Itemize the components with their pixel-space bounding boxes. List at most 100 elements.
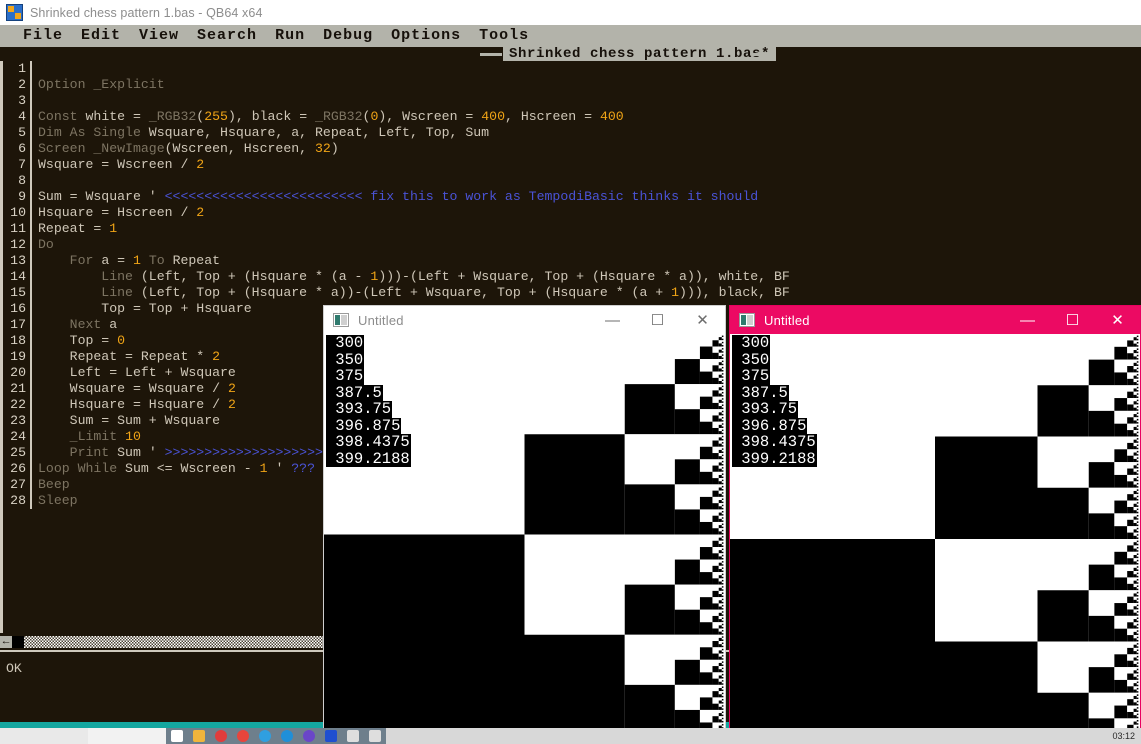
window-icon-1[interactable] [342, 728, 364, 744]
chess-cell-white [721, 449, 724, 452]
scrollbar-track[interactable] [0, 636, 323, 648]
close-icon[interactable]: ✕ [1095, 306, 1140, 334]
taskbar-icon-strip[interactable] [166, 728, 386, 744]
code-line[interactable]: 5 Dim As Single Wsquare, Hsquare, a, Repe… [0, 125, 1141, 141]
chess-cell-black [1136, 354, 1139, 357]
code-line[interactable]: 9 Sum = Wsquare ' <<<<<<<<<<<<<<<<<<<<<<<… [0, 189, 1141, 205]
file-tab[interactable]: Shrinked chess pattern 1.bas* [503, 47, 777, 61]
maximize-icon[interactable]: ☐ [635, 306, 680, 334]
chess-cell-white [1114, 462, 1128, 475]
chess-cell-black [1133, 702, 1137, 706]
chess-cell-black [721, 464, 724, 466]
code-line[interactable]: 14 Line (Left, Top + (Hsquare * (a - 1))… [0, 269, 1141, 285]
file-explorer-icon[interactable] [188, 728, 210, 744]
code-line[interactable]: 11 Repeat = 1 [0, 221, 1141, 237]
chess-cell-white [721, 578, 724, 580]
chess-cell-black [1133, 708, 1137, 712]
start-icon[interactable] [166, 728, 188, 744]
chess-cell-black [1133, 683, 1137, 687]
chess-cell-black [721, 670, 724, 673]
code-line[interactable]: 12 Do [0, 237, 1141, 253]
output-window-2[interactable]: Untitled — ☐ ✕ 300 350 375 387.5 393.75 … [729, 305, 1141, 744]
code-line[interactable]: 6 Screen _NewImage(Wscreen, Hscreen, 32) [0, 141, 1141, 157]
chess-cell-black [721, 658, 724, 660]
chess-cell-black [721, 485, 724, 488]
chess-cell-black [718, 474, 722, 479]
menu-item-debug[interactable]: Debug [314, 25, 382, 47]
line-number: 10 [10, 205, 26, 220]
chess-cell-black [718, 368, 722, 372]
maximize-icon[interactable]: ☐ [1050, 306, 1095, 334]
code-token: ), black = [227, 109, 316, 124]
menu-item-tools[interactable]: Tools [470, 25, 538, 47]
compass-icon[interactable] [210, 728, 232, 744]
chess-cell-white [1037, 334, 1089, 386]
print-value: 399.2188 [326, 449, 411, 468]
chess-cell-white [1136, 394, 1139, 397]
menu-item-options[interactable]: Options [382, 25, 470, 47]
edge-legacy-icon[interactable] [254, 728, 276, 744]
chess-cell-white [712, 484, 719, 491]
chess-cell-white [721, 662, 724, 665]
chess-cell-white [1133, 635, 1137, 639]
code-token: _RGB32 [315, 109, 363, 124]
code-line[interactable]: 4 Const white = _RGB32(255), black = _RGB… [0, 109, 1141, 125]
code-line[interactable]: 15 Line (Left, Top + (Hsquare * a))-(Lef… [0, 285, 1141, 301]
minimize-icon[interactable]: — [1005, 306, 1050, 334]
scroll-left-arrow-icon[interactable]: ← [0, 636, 12, 648]
code-line[interactable]: 13 For a = 1 To Repeat [0, 253, 1141, 269]
chess-cell-white [1114, 692, 1128, 706]
chess-cell-black [721, 391, 724, 394]
chess-cell-white [721, 619, 724, 621]
window-icon-2[interactable] [364, 728, 386, 744]
chess-cell-black [1133, 663, 1137, 668]
output-window-2-titlebar[interactable]: Untitled — ☐ ✕ [730, 306, 1140, 334]
chess-cell-white [721, 349, 724, 352]
chess-cell-white [1136, 532, 1139, 535]
code-line[interactable]: 3 [0, 93, 1141, 109]
menu-item-run[interactable]: Run [266, 25, 314, 47]
chess-cell-white [1136, 487, 1139, 490]
print-row: 398.4375 [326, 434, 412, 451]
menu-item-edit[interactable]: Edit [72, 25, 130, 47]
chess-cell-white [1136, 647, 1139, 650]
chess-cell-white [721, 446, 724, 449]
output-window-1-titlebar[interactable]: Untitled — ☐ ✕ [324, 306, 725, 334]
qb64-icon[interactable] [320, 728, 342, 744]
output-window-1[interactable]: Untitled — ☐ ✕ 300 350 375 387.5 393.75 … [323, 305, 726, 744]
taskbar-search-pane[interactable] [88, 728, 166, 744]
firefox-icon[interactable] [298, 728, 320, 744]
code-line[interactable]: 2 Option _Explicit [0, 77, 1141, 93]
chess-cell-black [721, 623, 724, 626]
code-text: Do [35, 237, 54, 253]
windows-taskbar[interactable]: 03:12 [0, 728, 1141, 744]
chess-cell-black [718, 637, 722, 642]
menu-item-search[interactable]: Search [188, 25, 266, 47]
chess-cell-white [718, 609, 722, 613]
scrollbar-thumb[interactable] [12, 636, 24, 648]
chess-cell-black [1136, 447, 1139, 450]
code-line[interactable]: 8 [0, 173, 1141, 189]
menu-item-view[interactable]: View [130, 25, 188, 47]
firefox-icon-glyph [303, 730, 315, 742]
ide-menubar[interactable]: File Edit View Search Run Debug Options Tools [0, 25, 1141, 47]
chess-cell-white [1136, 695, 1139, 698]
chess-cell-black [1136, 502, 1139, 504]
chess-cell-white [1133, 660, 1137, 664]
minimize-icon[interactable]: — [590, 306, 635, 334]
code-line[interactable]: 10 Hsquare = Hscreen / 2 [0, 205, 1141, 221]
chrome-icon[interactable] [232, 728, 254, 744]
print-row: 300 [326, 335, 412, 352]
code-token: Do [38, 237, 54, 252]
close-icon[interactable]: ✕ [680, 306, 725, 334]
menu-item-file[interactable]: File [14, 25, 72, 47]
chess-cell-white [721, 609, 724, 612]
code-text: Top = Top + Hsquare [35, 301, 251, 317]
code-line[interactable]: 7 Wsquare = Wscreen / 2 [0, 157, 1141, 173]
chess-cell-white [721, 496, 724, 499]
editor-horizontal-scrollbar[interactable]: ← [0, 633, 323, 650]
edge-icon[interactable] [276, 728, 298, 744]
chess-cell-black [1136, 495, 1139, 498]
chess-cell-black [718, 713, 722, 717]
code-line[interactable]: 1 [0, 61, 1141, 77]
